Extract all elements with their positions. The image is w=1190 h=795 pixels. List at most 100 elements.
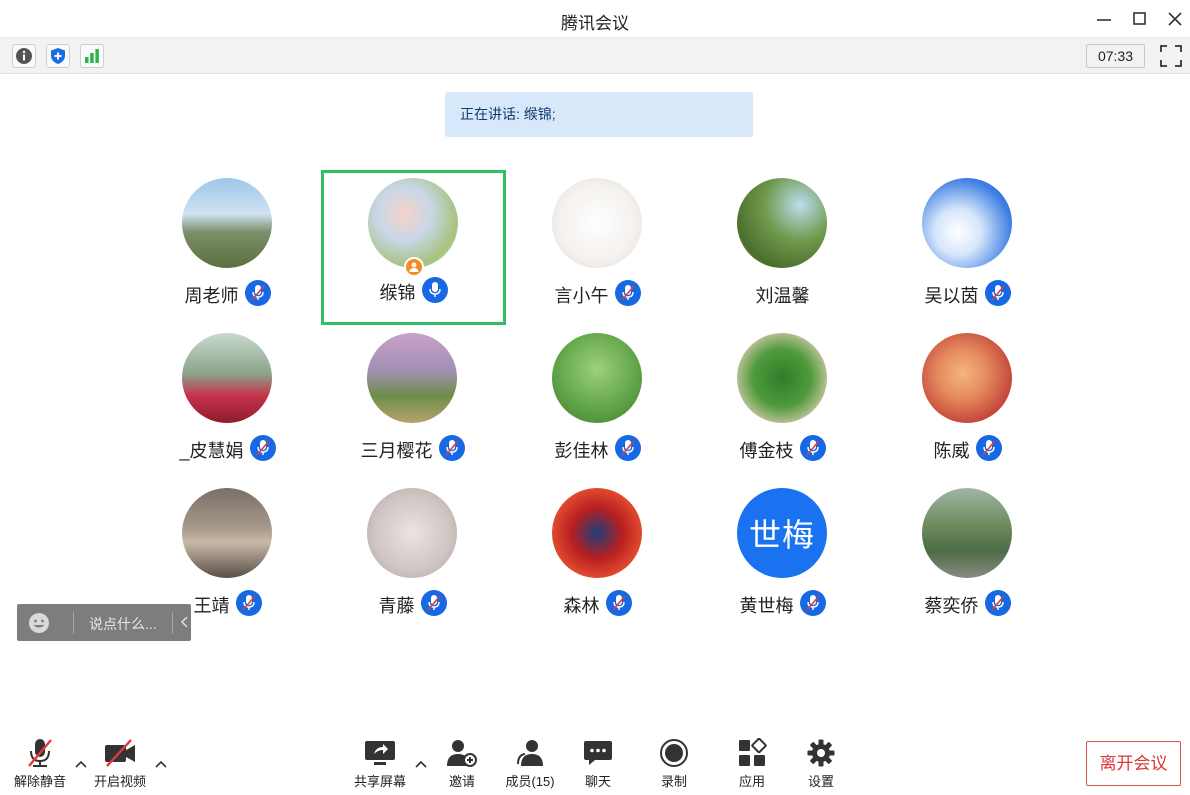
security-button[interactable] bbox=[46, 44, 70, 68]
mic-muted-icon bbox=[614, 280, 641, 306]
avatar bbox=[367, 333, 457, 423]
invite-label: 邀请 bbox=[448, 774, 475, 789]
participant-name-row: 缑锦 bbox=[324, 277, 503, 305]
participant-name: 傅金枝 bbox=[739, 441, 794, 461]
mic-muted-icon bbox=[975, 435, 1002, 461]
participant-name: 蔡奕侨 bbox=[924, 596, 979, 616]
chat-placeholder[interactable]: 说点什么... bbox=[89, 614, 157, 634]
participant-name: 周老师 bbox=[184, 286, 239, 306]
share-screen-button[interactable]: 共享屏幕 bbox=[348, 737, 412, 793]
participant-tile[interactable]: 言小午 bbox=[505, 170, 690, 325]
status-bar: 07:33 bbox=[0, 38, 1190, 74]
record-button[interactable]: 录制 bbox=[642, 737, 706, 793]
participant-tile[interactable]: 缑锦 bbox=[321, 170, 506, 325]
participant-name: 青藤 bbox=[378, 596, 415, 616]
avatar bbox=[182, 488, 272, 578]
avatar bbox=[737, 178, 827, 268]
maximize-button[interactable] bbox=[1129, 8, 1151, 30]
participant-tile[interactable]: 青藤 bbox=[320, 480, 505, 635]
minimize-button[interactable] bbox=[1093, 8, 1115, 30]
participant-tile[interactable]: 三月樱花 bbox=[320, 325, 505, 480]
participant-name: 缑锦 bbox=[379, 283, 416, 303]
participant-tile[interactable]: 彭佳林 bbox=[505, 325, 690, 480]
window-title: 腾讯会议 bbox=[561, 14, 629, 33]
avatar bbox=[182, 178, 272, 268]
record-icon bbox=[660, 739, 688, 767]
members-label: 成员(15) bbox=[505, 774, 555, 789]
video-off-icon bbox=[105, 739, 135, 767]
mic-muted-icon bbox=[28, 739, 52, 767]
participant-tile[interactable]: 傅金枝 bbox=[690, 325, 875, 480]
participant-tile[interactable]: 世梅 黄世梅 bbox=[690, 480, 875, 635]
settings-button[interactable]: 设置 bbox=[789, 737, 853, 793]
participant-name: 吴以茵 bbox=[924, 286, 979, 306]
mic-muted-icon bbox=[605, 590, 632, 616]
chat-quick-input[interactable]: 说点什么... bbox=[17, 604, 191, 641]
chat-button[interactable]: 聊天 bbox=[566, 737, 630, 793]
leave-meeting-button[interactable]: 离开会议 bbox=[1086, 741, 1181, 786]
signal-bars-icon bbox=[85, 49, 99, 63]
participant-name-row: 黄世梅 bbox=[690, 590, 875, 618]
participant-tile[interactable]: 蔡奕侨 bbox=[875, 480, 1060, 635]
participant-name: 森林 bbox=[563, 596, 600, 616]
participant-name-row: 吴以茵 bbox=[875, 280, 1060, 308]
speaking-banner: 正在讲话: 缑锦; bbox=[445, 92, 753, 137]
network-signal-button[interactable] bbox=[80, 44, 104, 68]
participant-tile[interactable]: 周老师 bbox=[135, 170, 320, 325]
members-icon bbox=[517, 740, 543, 766]
mic-muted-icon bbox=[614, 435, 641, 461]
share-screen-icon bbox=[365, 741, 395, 765]
avatar bbox=[737, 333, 827, 423]
participant-name: 陈威 bbox=[933, 441, 970, 461]
avatar: 世梅 bbox=[737, 488, 827, 578]
apps-button[interactable]: 应用 bbox=[720, 737, 784, 793]
video-options-chevron-icon[interactable] bbox=[154, 757, 168, 771]
avatar bbox=[368, 178, 458, 268]
participant-name-row: 陈威 bbox=[875, 435, 1060, 463]
minimize-icon bbox=[1097, 19, 1111, 21]
emoji-icon[interactable] bbox=[28, 612, 50, 634]
participant-tile[interactable]: 刘温馨 bbox=[690, 170, 875, 325]
meeting-timer: 07:33 bbox=[1086, 44, 1145, 68]
participant-name: 黄世梅 bbox=[739, 596, 794, 616]
participant-name-row: 傅金枝 bbox=[690, 435, 875, 463]
meeting-info-button[interactable] bbox=[12, 44, 36, 68]
audio-options-chevron-icon[interactable] bbox=[74, 757, 88, 771]
close-icon bbox=[1168, 12, 1182, 26]
participant-tile[interactable]: 陈威 bbox=[875, 325, 1060, 480]
unmute-label: 解除静音 bbox=[13, 774, 66, 789]
start-video-button[interactable]: 开启视频 bbox=[88, 737, 152, 793]
fullscreen-button[interactable] bbox=[1160, 45, 1182, 67]
share-options-chevron-icon[interactable] bbox=[414, 757, 428, 771]
close-button[interactable] bbox=[1164, 8, 1186, 30]
participant-name-row: 刘温馨 bbox=[690, 282, 875, 308]
avatar bbox=[552, 178, 642, 268]
participant-tile[interactable]: _皮慧娟 bbox=[135, 325, 320, 480]
start-video-label: 开启视频 bbox=[93, 774, 146, 789]
participant-name: 刘温馨 bbox=[755, 286, 810, 306]
apps-label: 应用 bbox=[738, 774, 765, 789]
settings-label: 设置 bbox=[807, 774, 834, 789]
divider bbox=[172, 612, 173, 634]
unmute-button[interactable]: 解除静音 bbox=[8, 737, 72, 793]
gear-icon bbox=[807, 739, 835, 767]
participant-name-row: 森林 bbox=[505, 590, 690, 618]
invite-user-icon bbox=[447, 740, 477, 767]
participant-tile[interactable]: 吴以茵 bbox=[875, 170, 1060, 325]
shield-icon bbox=[51, 48, 65, 64]
members-button[interactable]: 成员(15) bbox=[498, 737, 562, 793]
participant-name-row: _皮慧娟 bbox=[135, 435, 320, 463]
collapse-chevron-icon[interactable] bbox=[179, 614, 191, 630]
participant-name-row: 青藤 bbox=[320, 590, 505, 618]
participant-name: 王靖 bbox=[193, 596, 230, 616]
avatar bbox=[182, 333, 272, 423]
avatar bbox=[922, 488, 1012, 578]
chat-label: 聊天 bbox=[584, 774, 611, 789]
participant-name: _皮慧娟 bbox=[179, 441, 244, 461]
participant-tile[interactable]: 森林 bbox=[505, 480, 690, 635]
invite-button[interactable]: 邀请 bbox=[430, 737, 494, 793]
mic-active-icon bbox=[421, 277, 448, 303]
avatar bbox=[552, 488, 642, 578]
participant-name: 彭佳林 bbox=[554, 441, 609, 461]
mic-muted-icon bbox=[984, 590, 1011, 616]
